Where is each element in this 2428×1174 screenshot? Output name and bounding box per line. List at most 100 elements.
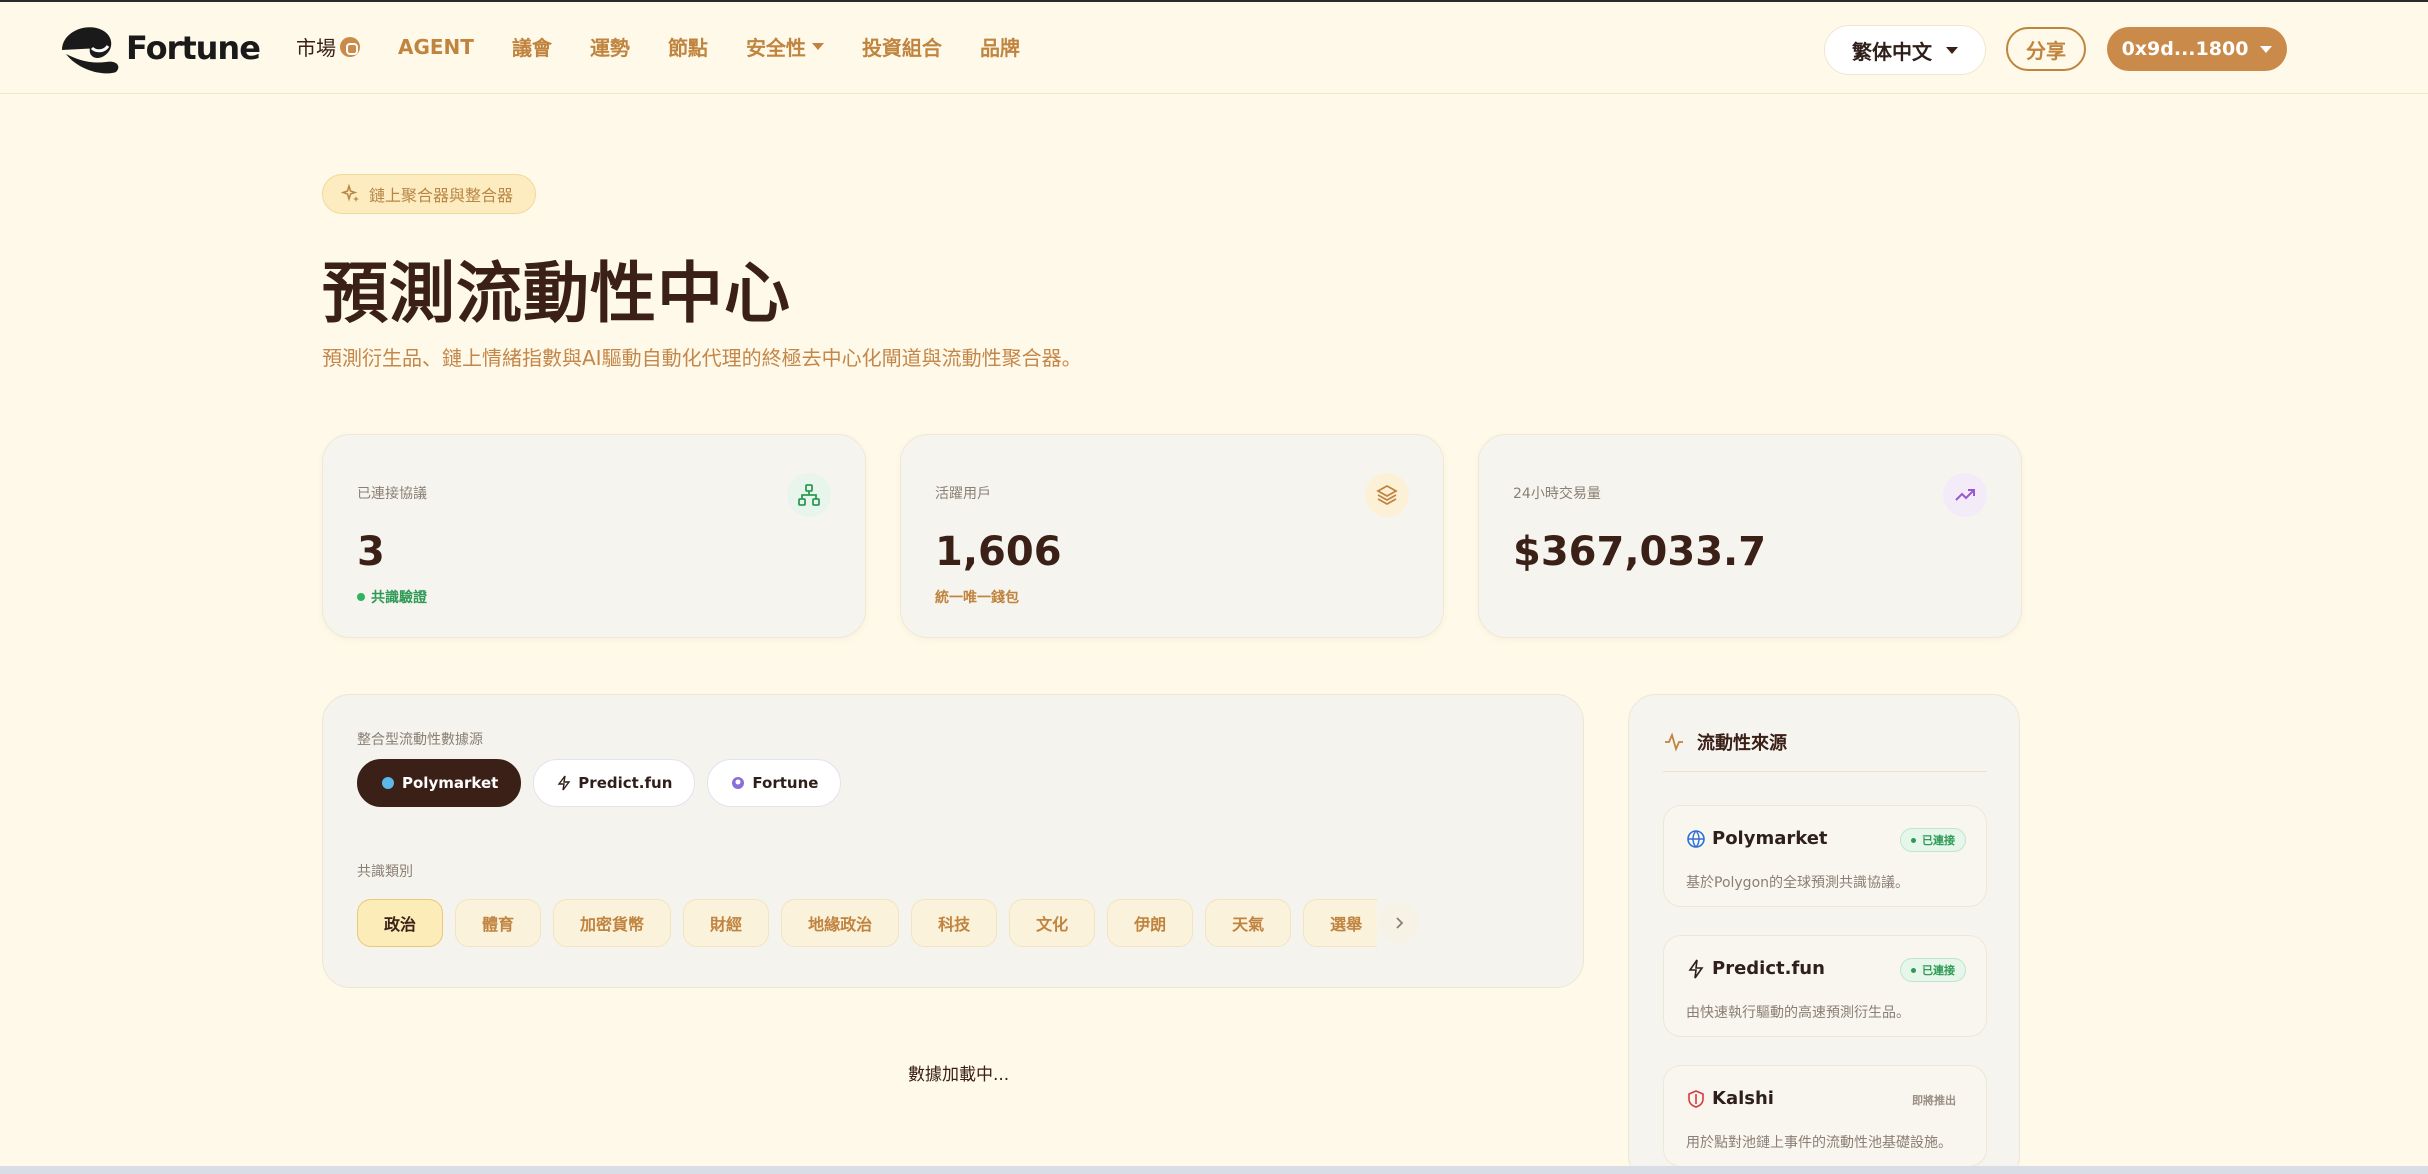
source-name: Kalshi [1686, 1088, 1774, 1109]
logo-text: Fortune [126, 29, 261, 67]
nav-nodes[interactable]: 節點 [668, 32, 708, 61]
category-geopolitics[interactable]: 地緣政治 [781, 899, 900, 947]
status-dot-icon [357, 593, 365, 601]
market-badge-icon [340, 36, 360, 57]
nav-council[interactable]: 議會 [512, 32, 552, 61]
stat-card-users: 活躍用戶 1,606 統一唯一錢包 [900, 434, 1444, 638]
nav-portfolio-label: 投資組合 [861, 36, 942, 60]
source-name-label: Kalshi [1712, 1088, 1774, 1109]
liquidity-sources-title: 流動性來源 [1697, 733, 1787, 754]
source-label: Fortune [752, 774, 819, 792]
window-bottom-edge [0, 1166, 2428, 1174]
stat-label: 24小時交易量 [1513, 486, 1601, 502]
category-crypto[interactable]: 加密貨幣 [553, 899, 672, 947]
source-card-polymarket[interactable]: Polymarket 已連接 基於Polygon的全球預測共識協議。 [1663, 805, 1987, 907]
source-desc: 基於Polygon的全球預測共識協議。 [1686, 875, 1910, 891]
chevron-down-icon [2260, 45, 2273, 53]
source-card-predictfun[interactable]: Predict.fun 已連接 由快速執行驅動的高速預測衍生品。 [1663, 935, 1987, 1037]
language-select[interactable]: 繁体中文 [1824, 25, 1986, 75]
stat-sub: 統一唯一錢包 [935, 590, 1019, 606]
chevron-down-icon [811, 43, 824, 50]
nav-portfolio[interactable]: 投資組合 [862, 32, 942, 61]
stat-card-volume: 24小時交易量 $367,033.7 [1478, 434, 2022, 638]
liquidity-sources-panel: 流動性來源 Polymarket 已連接 基於Polygon的全球預測共識協議。… [1628, 694, 2020, 1174]
source-desc: 由快速執行驅動的高速預測衍生品。 [1686, 1005, 1910, 1021]
category-scroll-right-button[interactable] [1379, 903, 1419, 943]
liquidity-sources-header: 流動性來源 [1663, 729, 1787, 755]
wallet-button[interactable]: 0x9d...1800 [2107, 27, 2287, 71]
stat-sub-label: 共識驗證 [371, 590, 427, 606]
layers-icon [1365, 473, 1409, 517]
source-name-label: Polymarket [1712, 828, 1828, 849]
stat-value: $367,033.7 [1513, 529, 1767, 575]
nav-market[interactable]: 市場 [296, 32, 360, 61]
stat-value: 3 [357, 529, 385, 575]
nav-fortune[interactable]: 運勢 [590, 32, 630, 61]
category-tabs: 政治 體育 加密貨幣 財經 地緣政治 科技 文化 伊朗 天氣 選舉 [357, 899, 1377, 949]
loading-text: 數據加載中... [908, 1065, 1010, 1085]
category-elections[interactable]: 選舉 [1303, 899, 1377, 947]
category-finance[interactable]: 財經 [683, 899, 770, 947]
stat-sub: 共識驗證 [357, 587, 427, 607]
divider [1663, 771, 1987, 772]
globe-icon [382, 777, 394, 789]
logo[interactable]: Fortune [56, 20, 261, 76]
source-name: Polymarket [1686, 828, 1828, 849]
nav-agent-label: AGENT [398, 34, 474, 59]
nav-brand-label: 品牌 [979, 36, 1020, 60]
source-label: Predict.fun [578, 774, 673, 792]
network-icon [787, 473, 831, 517]
nav-security[interactable]: 安全性 [746, 32, 824, 61]
category-weather[interactable]: 天氣 [1205, 899, 1292, 947]
source-desc: 用於點對池鏈上事件的流動性池基礎設施。 [1686, 1135, 1952, 1151]
category-sports[interactable]: 體育 [455, 899, 542, 947]
share-button[interactable]: 分享 [2006, 27, 2086, 71]
status-badge: 已連接 [1900, 958, 1966, 982]
language-label: 繁体中文 [1852, 39, 1932, 64]
lightning-icon [1688, 959, 1704, 978]
categories-label: 共識類別 [357, 864, 413, 880]
stat-value: 1,606 [935, 529, 1062, 575]
hero-pill: 鏈上聚合器與整合器 [322, 174, 537, 214]
category-tech[interactable]: 科技 [911, 899, 998, 947]
status-badge: 即將推出 [1912, 1094, 1956, 1107]
main-nav: 市場 AGENT 議會 運勢 節點 安全性 投資組合 品牌 [296, 32, 1058, 61]
chevron-down-icon [1946, 46, 1958, 54]
status-badge: 已連接 [1900, 828, 1966, 852]
sparkle-icon [341, 184, 359, 202]
stat-label: 活躍用戶 [935, 486, 991, 502]
source-button-predictfun[interactable]: Predict.fun [533, 759, 696, 807]
source-card-kalshi[interactable]: Kalshi 即將推出 用於點對池鏈上事件的流動性池基礎設施。 [1663, 1065, 1987, 1167]
sources-label: 整合型流動性數據源 [357, 732, 483, 748]
nav-council-label: 議會 [511, 36, 552, 60]
filter-panel: 整合型流動性數據源 Polymarket Predict.fun Fortune… [322, 694, 1584, 988]
category-politics[interactable]: 政治 [357, 899, 444, 947]
nav-brand[interactable]: 品牌 [980, 32, 1020, 61]
hero-pill-label: 鏈上聚合器與整合器 [369, 186, 514, 205]
category-iran[interactable]: 伊朗 [1107, 899, 1194, 947]
source-name: Predict.fun [1686, 958, 1825, 979]
nav-security-label: 安全性 [745, 36, 806, 60]
shield-icon [1688, 1089, 1704, 1108]
trending-up-icon [1943, 473, 1987, 517]
source-buttons: Polymarket Predict.fun Fortune [357, 759, 853, 807]
nav-market-label: 市場 [296, 36, 336, 60]
top-nav-bar: Fortune 市場 AGENT 議會 運勢 節點 安全性 投資組合 品牌 繁体… [0, 2, 2428, 94]
chevron-right-icon [1396, 917, 1404, 929]
source-button-fortune[interactable]: Fortune [707, 759, 842, 807]
source-button-polymarket[interactable]: Polymarket [357, 759, 522, 807]
fortune-icon [732, 777, 745, 789]
nav-fortune-label: 運勢 [589, 36, 630, 60]
source-label: Polymarket [402, 774, 499, 792]
nav-nodes-label: 節點 [667, 36, 708, 60]
lightning-icon [557, 775, 571, 791]
wallet-address: 0x9d...1800 [2121, 38, 2249, 60]
source-name-label: Predict.fun [1712, 958, 1825, 979]
stat-card-protocols: 已連接協議 3 共識驗證 [322, 434, 866, 638]
activity-icon [1665, 732, 1683, 752]
category-culture[interactable]: 文化 [1009, 899, 1096, 947]
stat-label: 已連接協議 [357, 486, 427, 502]
globe-icon [1687, 829, 1705, 848]
nav-agent[interactable]: AGENT [398, 35, 474, 59]
page-title: 預測流動性中心 [322, 255, 791, 332]
